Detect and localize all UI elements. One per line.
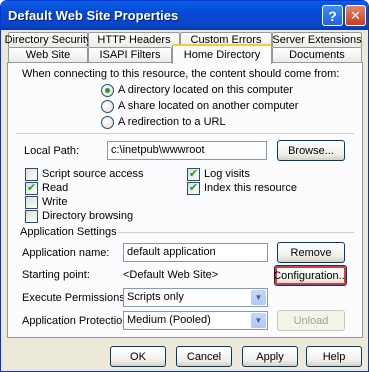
radio-local-directory[interactable] — [101, 84, 114, 97]
directory-browsing-checkbox[interactable] — [25, 210, 38, 223]
execute-permissions-value: Scripts only — [127, 291, 184, 303]
application-settings-heading: Application Settings — [20, 226, 117, 238]
browse-button[interactable]: Browse... — [277, 140, 345, 161]
application-protection-value: Medium (Pooled) — [127, 314, 211, 326]
application-name-label: Application name: — [22, 247, 110, 259]
content-source-label: When connecting to this resource, the co… — [22, 68, 340, 80]
index-resource-label[interactable]: Index this resource — [204, 182, 297, 194]
radio-url-redirect[interactable] — [101, 116, 114, 129]
radio-url-redirect-label[interactable]: A redirection to a URL — [118, 116, 226, 128]
remove-button[interactable]: Remove — [277, 242, 345, 263]
close-button[interactable]: ✕ — [345, 5, 366, 26]
read-label[interactable]: Read — [42, 182, 68, 194]
tab-server-extensions[interactable]: Server Extensions — [272, 32, 362, 47]
cancel-button[interactable]: Cancel — [176, 346, 232, 367]
group-divider — [118, 232, 354, 233]
read-checkbox[interactable] — [25, 182, 38, 195]
radio-network-share[interactable] — [101, 100, 114, 113]
radio-local-directory-label[interactable]: A directory located on this computer — [118, 84, 293, 96]
application-name-input[interactable]: default application — [123, 243, 268, 262]
question-icon: ? — [328, 7, 337, 24]
application-protection-select[interactable]: Medium (Pooled) ▼ — [123, 311, 268, 330]
starting-point-label: Starting point: — [22, 269, 90, 281]
write-checkbox[interactable] — [25, 196, 38, 209]
write-label[interactable]: Write — [42, 196, 67, 208]
title-bar[interactable]: Default Web Site Properties ? ✕ — [1, 1, 368, 30]
tab-documents[interactable]: Documents — [272, 47, 362, 62]
divider — [16, 133, 354, 134]
help-button[interactable]: Help — [306, 346, 362, 367]
tab-isapi-filters[interactable]: ISAPI Filters — [88, 47, 172, 62]
log-visits-checkbox[interactable] — [187, 168, 200, 181]
tab-home-directory[interactable]: Home Directory — [172, 44, 272, 64]
execute-permissions-label: Execute Permissions: — [22, 292, 128, 304]
configuration-button[interactable]: Configuration... — [273, 265, 348, 286]
chevron-down-icon[interactable]: ▼ — [251, 313, 266, 328]
help-title-button[interactable]: ? — [322, 5, 343, 26]
script-source-access-label[interactable]: Script source access — [42, 168, 143, 180]
local-path-label: Local Path: — [24, 145, 80, 157]
properties-dialog: Default Web Site Properties ? ✕ Director… — [0, 0, 369, 372]
index-resource-checkbox[interactable] — [187, 182, 200, 195]
local-path-input[interactable]: c:\inetpub\wwwroot — [107, 141, 267, 160]
execute-permissions-select[interactable]: Scripts only ▼ — [123, 288, 268, 307]
chevron-down-icon[interactable]: ▼ — [251, 290, 266, 305]
home-directory-panel: When connecting to this resource, the co… — [7, 62, 363, 338]
starting-point-value: <Default Web Site> — [123, 269, 219, 281]
window-title: Default Web Site Properties — [8, 8, 179, 23]
tab-http-headers[interactable]: HTTP Headers — [88, 32, 180, 47]
unload-button: Unload — [277, 310, 345, 331]
directory-browsing-label[interactable]: Directory browsing — [42, 210, 133, 222]
tab-web-site[interactable]: Web Site — [8, 47, 88, 62]
log-visits-label[interactable]: Log visits — [204, 168, 250, 180]
script-source-access-checkbox[interactable] — [25, 168, 38, 181]
close-icon: ✕ — [350, 7, 361, 23]
radio-network-share-label[interactable]: A share located on another computer — [118, 100, 298, 112]
tab-directory-security[interactable]: Directory Security — [5, 32, 91, 47]
apply-button[interactable]: Apply — [242, 346, 298, 367]
application-protection-label: Application Protection: — [22, 315, 132, 327]
ok-button[interactable]: OK — [110, 346, 166, 367]
dialog-client: Directory Security HTTP Headers Custom E… — [4, 30, 365, 368]
